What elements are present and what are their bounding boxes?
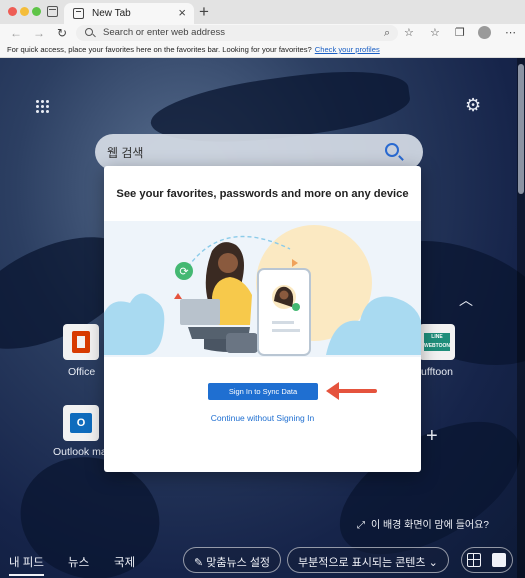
back-arrow-icon[interactable]: ← [10, 25, 22, 41]
personalize-button[interactable]: ✎ 맞춤뉴스 설정 [183, 547, 282, 573]
annotation-arrow-icon [326, 382, 377, 400]
address-input[interactable]: Search or enter web address [103, 27, 225, 38]
favorites-icon[interactable]: ☆ [430, 26, 440, 40]
outlook-tile-label[interactable]: Outlook ma [53, 446, 107, 458]
collections-icon[interactable]: ❐ [455, 26, 465, 40]
tab-actions-icon[interactable] [47, 6, 58, 17]
tab-my-feed[interactable]: 내 피드 [9, 554, 44, 576]
webtoon-logo-icon: LINE WEBTOON [424, 333, 451, 351]
continue-without-signin-link[interactable]: Continue without Signing In [104, 413, 421, 423]
zoom-icon[interactable]: ⌕ [384, 26, 390, 40]
address-search-icon [85, 28, 93, 36]
title-bar: New Tab × + [0, 0, 525, 24]
office-tile-label[interactable]: Office [68, 366, 95, 378]
check-profiles-link[interactable]: Check your profiles [315, 45, 380, 54]
web-search-input[interactable]: 웹 검색 [107, 144, 143, 161]
tab-news[interactable]: 뉴스 [68, 554, 89, 570]
office-logo-icon [72, 331, 90, 353]
toolbar: ← → ↻ Search or enter web address ⌕ ☆ ☆ … [0, 24, 525, 42]
content-visibility-label: 부분적으로 표시되는 콘텐츠 [298, 557, 426, 569]
list-view-icon[interactable] [492, 553, 506, 567]
favorites-bar: For quick access, place your favorites h… [0, 42, 525, 58]
search-icon[interactable] [385, 143, 399, 157]
refresh-icon[interactable]: ↻ [57, 25, 67, 41]
outlook-tile[interactable]: O [63, 405, 99, 441]
outlook-logo-icon: O [70, 413, 92, 433]
app-launcher-icon[interactable] [36, 100, 50, 114]
settings-gear-icon[interactable]: ⚙ [465, 96, 481, 114]
more-menu-icon[interactable]: ⋯ [505, 26, 516, 40]
background-info-link[interactable]: ⤢ 이 배경 화면이 맘에 들어요? [357, 516, 489, 531]
add-site-plus-icon[interactable]: + [426, 425, 438, 448]
tab-title: New Tab [92, 8, 131, 19]
expand-arrows-icon: ⤢ [357, 520, 365, 531]
page-scrollbar[interactable] [517, 58, 525, 578]
background-info-text: 이 배경 화면이 맘에 들어요? [371, 520, 489, 531]
tab-new-tab[interactable]: New Tab × [64, 3, 194, 24]
web-search-bar[interactable]: 웹 검색 [95, 134, 423, 170]
svg-text:⟳: ⟳ [179, 265, 188, 278]
office-tile[interactable] [63, 324, 99, 360]
sign-in-sync-button[interactable]: Sign In to Sync Data [208, 383, 318, 400]
chevron-up-icon[interactable]: ︿ [459, 290, 473, 310]
tab-close-icon[interactable]: × [178, 6, 186, 20]
profile-avatar[interactable] [478, 26, 491, 39]
new-tab-favicon-icon [73, 8, 84, 19]
pencil-icon: ✎ [194, 557, 207, 569]
forward-arrow-icon[interactable]: → [33, 25, 45, 41]
dialog-title: See your favorites, passwords and more o… [116, 188, 409, 200]
address-bar[interactable]: Search or enter web address ⌕ [76, 25, 398, 41]
add-favorite-icon[interactable]: ☆ [404, 26, 414, 40]
close-window-button[interactable] [8, 7, 17, 16]
personalize-label: 맞춤뉴스 설정 [206, 557, 271, 569]
tab-world[interactable]: 국제 [114, 554, 135, 570]
feed-nav-bar: 내 피드 뉴스 국제 ✎ 맞춤뉴스 설정 부분적으로 표시되는 콘텐츠 ⌄ [0, 544, 525, 578]
sync-signin-dialog: See your favorites, passwords and more o… [104, 166, 421, 472]
favorites-bar-text: For quick access, place your favorites h… [7, 45, 312, 54]
content-visibility-dropdown[interactable]: 부분적으로 표시되는 콘텐츠 ⌄ [287, 547, 449, 573]
webtoon-tile-label[interactable]: ufftoon [421, 366, 453, 378]
minimize-window-button[interactable] [20, 7, 29, 16]
scrollbar-thumb[interactable] [518, 64, 524, 194]
grid-view-icon[interactable] [467, 553, 481, 567]
chevron-down-icon: ⌄ [425, 557, 438, 569]
layout-toggle[interactable] [461, 547, 513, 573]
sync-illustration: ⟳ [104, 221, 421, 357]
favorites-bar-message: For quick access, place your favorites h… [7, 45, 380, 54]
maximize-window-button[interactable] [32, 7, 41, 16]
new-tab-button[interactable]: + [199, 2, 209, 22]
webtoon-tile[interactable]: LINE WEBTOON [419, 324, 455, 360]
